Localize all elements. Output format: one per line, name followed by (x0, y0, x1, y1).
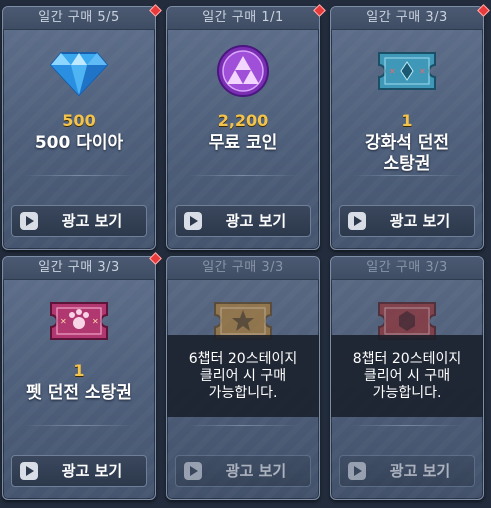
reward-amount: 1 (73, 361, 85, 380)
shop-card-diamond[interactable]: 일간 구매 5/5 500 500 다이아 광고 보기 (2, 6, 156, 250)
divider (351, 175, 463, 176)
purchase-limit-label: 일간 구매 3/3 (3, 257, 155, 280)
play-icon (348, 212, 366, 230)
watch-ad-button-disabled: 광고 보기 (175, 455, 311, 487)
reward-name: 500 다이아 (34, 133, 124, 153)
enhance-ticket-icon: ✕ ✕ (378, 52, 436, 90)
reward-name: 강화석 던전 소탕권 (364, 133, 450, 174)
pet-ticket-icon: ✕ ✕ (50, 302, 108, 340)
purchase-limit-label: 일간 구매 1/1 (167, 7, 319, 30)
watch-ad-label: 광고 보기 (389, 462, 451, 480)
divider (187, 175, 299, 176)
play-icon (20, 462, 38, 480)
svg-text:✕: ✕ (389, 67, 396, 76)
watch-ad-label: 광고 보기 (61, 462, 123, 480)
divider (23, 425, 135, 426)
svg-text:✕: ✕ (60, 317, 67, 326)
unlock-requirement-overlay: 6챕터 20스테이지 클리어 시 구매 가능합니다. (167, 335, 319, 417)
unlock-requirement-overlay: 8챕터 20스테이지 클리어 시 구매 가능합니다. (331, 335, 483, 417)
watch-ad-button[interactable]: 광고 보기 (11, 205, 147, 237)
shop-card-gold-ticket-locked: 일간 구매 3/3 6챕터 20스테이지 클리어 시 구매 가능합니다. 광고 … (166, 256, 320, 500)
reward-amount: 1 (401, 111, 413, 130)
purchase-limit-label: 일간 구매 5/5 (3, 7, 155, 30)
shop-card-pet-ticket[interactable]: 일간 구매 3/3 ✕ ✕ 1 펫 던전 소탕권 광고 보기 (2, 256, 156, 500)
watch-ad-label: 광고 보기 (61, 212, 123, 230)
purchase-limit-label: 일간 구매 3/3 (331, 7, 483, 30)
reward-amount: 2,200 (217, 111, 269, 130)
purchase-limit-label: 일간 구매 3/3 (167, 257, 319, 280)
play-icon (348, 462, 366, 480)
divider (187, 425, 299, 426)
reward-amount: 500 (62, 111, 96, 130)
watch-ad-label: 광고 보기 (225, 212, 287, 230)
shop-card-red-ticket-locked: 일간 구매 3/3 8챕터 20스테이지 클리어 시 구매 가능합니다. 광고 … (330, 256, 484, 500)
divider (23, 175, 135, 176)
coin-icon (217, 45, 269, 97)
reward-name: 무료 코인 (208, 133, 278, 153)
play-icon (184, 462, 202, 480)
divider (351, 425, 463, 426)
play-icon (184, 212, 202, 230)
watch-ad-label: 광고 보기 (389, 212, 451, 230)
shop-card-enhance-ticket[interactable]: 일간 구매 3/3 ✕ ✕ 1 강화석 던전 소탕권 광고 보기 (330, 6, 484, 250)
reward-name: 펫 던전 소탕권 (26, 383, 132, 403)
purchase-limit-label: 일간 구매 3/3 (331, 257, 483, 280)
play-icon (20, 212, 38, 230)
svg-text:✕: ✕ (419, 67, 426, 76)
watch-ad-button[interactable]: 광고 보기 (175, 205, 311, 237)
diamond-icon (49, 52, 109, 97)
watch-ad-button[interactable]: 광고 보기 (11, 455, 147, 487)
shop-grid: 일간 구매 5/5 500 500 다이아 광고 보기 일간 구매 1/1 2,… (0, 0, 491, 508)
watch-ad-button-disabled: 광고 보기 (339, 455, 475, 487)
svg-text:✕: ✕ (92, 317, 99, 326)
watch-ad-label: 광고 보기 (225, 462, 287, 480)
shop-card-coin[interactable]: 일간 구매 1/1 2,200 무료 코인 광고 보기 (166, 6, 320, 250)
watch-ad-button[interactable]: 광고 보기 (339, 205, 475, 237)
